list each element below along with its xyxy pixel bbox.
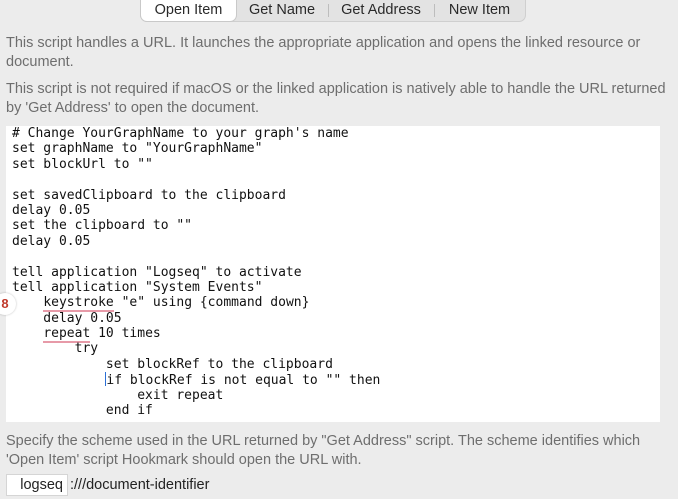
script-tab-bar: Open Item Get Name Get Address New Item [140,0,526,22]
scheme-input[interactable]: logseq [6,474,68,496]
code-content[interactable]: # Change YourGraphName to your graph's n… [12,126,380,418]
code-line: set the clipboard to "" [12,218,193,234]
code-line: try [12,341,99,357]
code-line: delay 0.05 [12,202,91,218]
tab-open-item[interactable]: Open Item [141,0,236,21]
code-line: tell application "Logseq" to activate [12,264,302,280]
tab-get-address[interactable]: Get Address [328,0,434,21]
code-line: set graphName to "YourGraphName" [12,141,263,157]
script-editor[interactable]: # Change YourGraphName to your graph's n… [6,126,660,422]
scheme-hint: Specify the scheme used in the URL retur… [6,433,641,468]
code-line-caret: if blockRef is not equal to "" then [104,372,381,389]
code-line: end if [12,403,153,419]
tab-get-name[interactable]: Get Name [236,0,328,21]
code-line: delay 0.05 [12,310,122,326]
code-line: set blockRef to the clipboard [12,356,333,372]
code-line: exit repeat [12,387,224,403]
spelling-squiggle: keystroke [43,295,114,313]
script-description: This script handles a URL. It launches t… [6,35,641,70]
code-line: set savedClipboard to the clipboard [12,187,286,203]
code-line: tell application "System Events" [12,279,263,295]
scheme-row: logseq :///document-identifier [6,474,209,496]
code-line: delay 0.05 [12,233,91,249]
code-line: # Change YourGraphName to your graph's n… [12,126,349,141]
code-line: set blockUrl to "" [12,156,153,172]
script-note: This script is not required if macOS or … [6,81,666,116]
scheme-suffix: :///document-identifier [70,477,210,493]
code-line-keystroke: keystroke "e" using {command down} [43,295,310,313]
tab-new-item[interactable]: New Item [434,0,525,21]
code-line-repeat: repeat 10 times [43,326,161,344]
text-caret [104,372,107,387]
